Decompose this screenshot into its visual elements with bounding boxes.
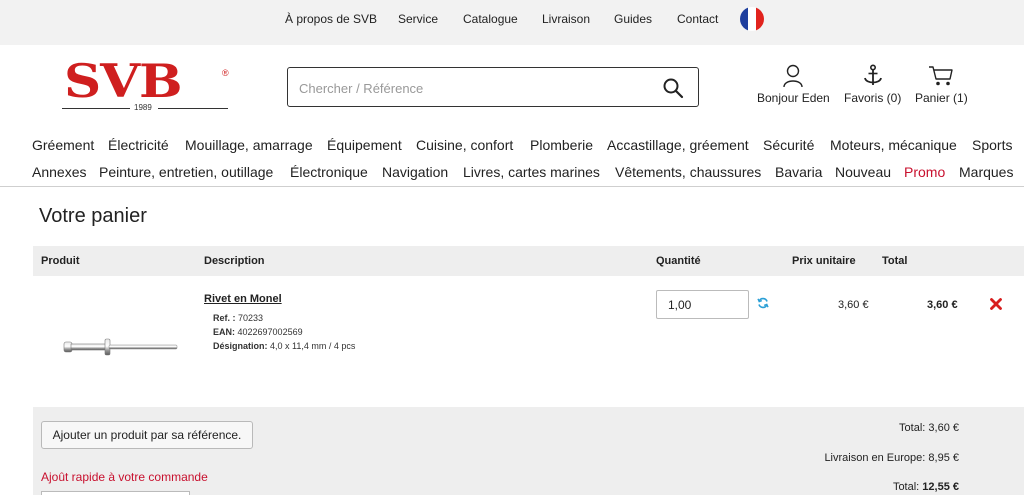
account-label: Bonjour Eden — [757, 91, 830, 105]
logo-year: 1989 — [134, 103, 152, 112]
anchor-icon — [863, 64, 882, 85]
refresh-icon[interactable] — [757, 297, 769, 309]
link-service[interactable]: Service — [398, 12, 438, 26]
remove-item-icon[interactable] — [990, 298, 1002, 310]
grand-total-label: Total: — [892, 481, 920, 493]
unit-price: 3,60 € — [838, 299, 869, 311]
quick-add-input[interactable] — [41, 491, 190, 495]
line-total: 3,60 € — [927, 299, 958, 311]
nav-item-mouillage[interactable]: Mouillage, amarrage — [185, 137, 313, 153]
nav-item-moteurs[interactable]: Moteurs, mécanique — [830, 137, 957, 153]
product-designation-value: 4,0 x 11,4 mm / 4 pcs — [270, 341, 356, 351]
product-ean-value: 4022697002569 — [237, 327, 303, 337]
nav-item-promo[interactable]: Promo — [904, 164, 945, 180]
subtotal-value: 3,60 € — [928, 422, 959, 434]
column-header-quantity: Quantité — [656, 255, 701, 267]
cart-row — [33, 276, 1024, 407]
nav-item-peinture[interactable]: Peinture, entretien, outillage — [99, 164, 273, 180]
column-header-unit-price: Prix unitaire — [792, 255, 856, 267]
shipping-value: 8,95 € — [928, 452, 959, 464]
nav-item-livres[interactable]: Livres, cartes marines — [463, 164, 600, 180]
grand-total-line: Total: 12,55 € — [893, 481, 959, 493]
cart-table-header: Produit Description Quantité Prix unitai… — [33, 246, 1024, 276]
nav-item-accastillage[interactable]: Accastillage, gréement — [607, 137, 749, 153]
logo-wordmark: SVB — [64, 54, 182, 108]
grand-total-value: 12,55 € — [922, 481, 959, 493]
link-catalogue[interactable]: Catalogue — [463, 12, 518, 26]
cart-icon — [929, 66, 954, 86]
nav-item-electricite[interactable]: Électricité — [108, 137, 169, 153]
logo-registered-mark: ® — [222, 68, 229, 78]
top-bar: À propos de SVB Service Catalogue Livrai… — [0, 0, 1024, 45]
add-by-reference-button[interactable]: Ajouter un produit par sa référence. — [41, 421, 253, 449]
page-title: Votre panier — [39, 205, 147, 227]
search-box — [287, 67, 699, 107]
product-ean-label: EAN: — [213, 327, 235, 337]
nav-item-navigation[interactable]: Navigation — [382, 164, 448, 180]
subtotal-label: Total: — [899, 422, 926, 434]
link-livraison[interactable]: Livraison — [542, 12, 590, 26]
category-nav-row-1: Gréement Électricité Mouillage, amarrage… — [0, 137, 1024, 161]
nav-item-nouveau[interactable]: Nouveau — [835, 164, 891, 180]
favorites-link[interactable]: Favoris (0) — [844, 64, 901, 105]
favorites-label: Favoris (0) — [844, 91, 902, 105]
nav-divider — [0, 186, 1024, 187]
product-designation-label: Désignation: — [213, 341, 268, 351]
nav-item-annexes[interactable]: Annexes — [32, 164, 86, 180]
cart-label: Panier (1) — [915, 91, 968, 105]
nav-item-securite[interactable]: Sécurité — [763, 137, 814, 153]
nav-item-plomberie[interactable]: Plomberie — [530, 137, 593, 153]
user-icon — [783, 64, 804, 88]
column-header-product: Produit — [41, 255, 80, 267]
account-link[interactable]: Bonjour Eden — [757, 64, 830, 105]
french-flag-icon[interactable] — [740, 7, 764, 31]
shipping-line: Livraison en Europe: 8,95 € — [824, 452, 959, 464]
nav-item-equipement[interactable]: Équipement — [327, 137, 402, 153]
nav-item-electronique[interactable]: Électronique — [290, 164, 368, 180]
product-image-rivet[interactable] — [62, 330, 180, 364]
link-guides[interactable]: Guides — [614, 12, 652, 26]
nav-item-marques[interactable]: Marques — [959, 164, 1013, 180]
product-name-link[interactable]: Rivet en Monel — [204, 293, 282, 305]
search-icon[interactable] — [662, 77, 684, 99]
nav-item-sports[interactable]: Sports — [972, 137, 1012, 153]
product-ref-value: 70233 — [238, 313, 264, 323]
logo-rule-left — [62, 108, 130, 109]
link-contact[interactable]: Contact — [677, 12, 718, 26]
nav-item-cuisine[interactable]: Cuisine, confort — [416, 137, 513, 153]
shipping-label: Livraison en Europe: — [824, 452, 926, 464]
product-designation: Désignation: 4,0 x 11,4 mm / 4 pcs — [213, 341, 355, 351]
quantity-input[interactable] — [656, 290, 749, 319]
product-ref: Ref. : 70233 — [213, 313, 263, 323]
nav-item-vetements[interactable]: Vêtements, chaussures — [615, 164, 761, 180]
link-about[interactable]: À propos de SVB — [285, 12, 377, 26]
column-header-total: Total — [882, 255, 908, 267]
nav-item-greement[interactable]: Gréement — [32, 137, 94, 153]
svb-logo[interactable]: SVB ® 1989 — [58, 54, 236, 114]
nav-item-bavaria[interactable]: Bavaria — [775, 164, 822, 180]
product-ref-label: Ref. : — [213, 313, 236, 323]
column-header-description: Description — [204, 255, 265, 267]
logo-rule-right — [158, 108, 228, 109]
product-ean: EAN: 4022697002569 — [213, 327, 303, 337]
quick-add-heading: Ajoût rapide à votre commande — [41, 470, 208, 484]
category-nav-row-2: Annexes Peinture, entretien, outillage É… — [0, 164, 1024, 188]
cart-link[interactable]: Panier (1) — [915, 64, 968, 105]
subtotal-line: Total: 3,60 € — [899, 422, 959, 434]
search-input[interactable] — [299, 78, 659, 98]
